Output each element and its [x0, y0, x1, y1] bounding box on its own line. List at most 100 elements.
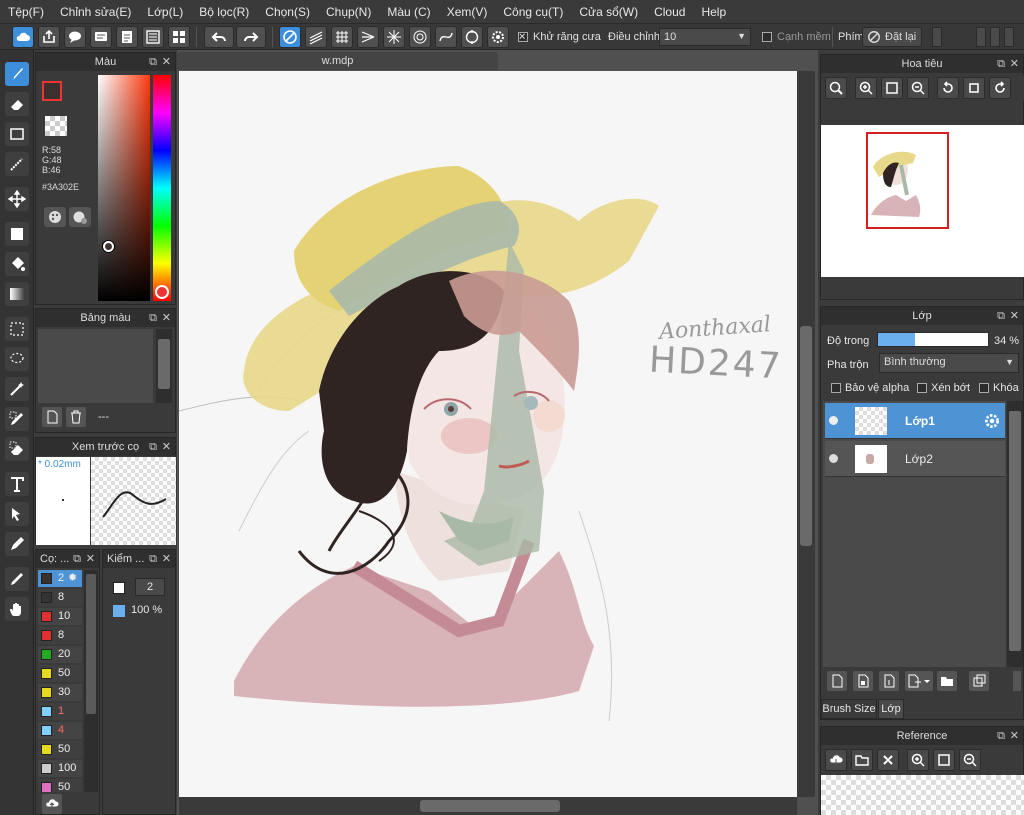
pen-tool-icon[interactable] [5, 532, 29, 556]
menu-filter[interactable]: Bộ lọc(R) [191, 5, 257, 19]
toolbar-spin-3[interactable] [990, 27, 1000, 47]
remove-icon[interactable] [877, 749, 899, 771]
trash-icon[interactable] [66, 407, 86, 427]
vertical-scroll-thumb[interactable] [800, 326, 812, 546]
undock-icon[interactable]: ⧉ [997, 307, 1005, 325]
undock-icon[interactable]: ⧉ [149, 53, 157, 71]
zoom-in-icon[interactable] [907, 749, 929, 771]
toolbar-spin-2[interactable] [976, 27, 986, 47]
soft-edge-checkbox[interactable] [762, 32, 772, 42]
undo-icon[interactable] [204, 26, 234, 48]
fit-window-icon[interactable] [881, 77, 903, 99]
toolbar-spin-4[interactable] [1004, 27, 1014, 47]
rectangle-select-tool-icon[interactable] [5, 122, 29, 146]
select-tool-icon[interactable] [5, 317, 29, 341]
zoom-fit-icon[interactable] [825, 77, 847, 99]
brush-item[interactable]: 100 [38, 760, 82, 777]
lasso-tool-icon[interactable] [5, 347, 29, 371]
saturation-value-picker[interactable] [98, 75, 150, 301]
brush-width-field[interactable]: 2 [135, 578, 165, 596]
magic-wand-tool-icon[interactable] [5, 377, 29, 401]
zoom-out-icon[interactable] [959, 749, 981, 771]
dot-brush-tool-icon[interactable] [5, 152, 29, 176]
canvas-vertical-scrollbar[interactable] [797, 71, 815, 797]
navigator-viewport-rect[interactable] [866, 132, 949, 229]
new-halftone-layer-icon[interactable] [853, 671, 873, 691]
horizontal-scroll-thumb[interactable] [420, 800, 560, 812]
eyedropper-tool-icon[interactable] [5, 567, 29, 591]
message-icon[interactable] [90, 26, 112, 48]
snap-cross-icon[interactable] [331, 26, 353, 48]
tab-brush-size[interactable]: Brush Size [821, 699, 877, 719]
document-tab[interactable]: w.mdp [177, 52, 498, 70]
style-color-swatch[interactable] [113, 582, 125, 594]
flip-icon[interactable] [963, 77, 985, 99]
undock-icon[interactable]: ⧉ [73, 550, 81, 568]
undock-icon[interactable]: ⧉ [997, 727, 1005, 745]
add-layer-menu-icon[interactable] [905, 671, 933, 691]
share-icon[interactable] [38, 26, 60, 48]
comment-icon[interactable] [64, 26, 86, 48]
duplicate-layer-icon[interactable] [969, 671, 989, 691]
layer-opacity-slider[interactable] [877, 332, 989, 347]
lock-checkbox[interactable] [979, 383, 989, 393]
close-icon[interactable]: ✕ [1010, 307, 1019, 325]
folder-icon[interactable] [937, 671, 957, 691]
select-eraser-tool-icon[interactable] [5, 437, 29, 461]
menu-file[interactable]: Tệp(F) [0, 5, 52, 19]
drawing-canvas[interactable]: Aonthaxal HD247 [179, 71, 797, 797]
layer-row-2[interactable]: Lớp2 [825, 441, 1005, 477]
protect-alpha-checkbox[interactable] [831, 383, 841, 393]
grid-icon[interactable] [168, 26, 190, 48]
brush-item[interactable]: 20 [38, 646, 82, 663]
snap-off-icon[interactable] [279, 26, 301, 48]
new-1bit-layer-icon[interactable] [879, 671, 899, 691]
open-folder-icon[interactable] [851, 749, 873, 771]
gear-icon[interactable] [983, 412, 1001, 430]
gradient-tool-icon[interactable] [5, 282, 29, 306]
canvas-horizontal-scrollbar[interactable] [179, 797, 797, 815]
layer-toolbar-spin[interactable] [1013, 671, 1021, 691]
menu-layer[interactable]: Lớp(L) [139, 5, 191, 19]
reference-image-area[interactable] [821, 775, 1024, 815]
clipping-checkbox[interactable] [917, 383, 927, 393]
brush-item[interactable]: 1 [38, 703, 82, 720]
blend-mode-select[interactable]: Bình thường ▼ [879, 353, 1019, 373]
zoom-in-icon[interactable] [855, 77, 877, 99]
brush-item[interactable]: 30 [38, 684, 82, 701]
new-layer-icon[interactable] [827, 671, 847, 691]
redo-icon[interactable] [236, 26, 266, 48]
brush-item[interactable]: 4 [38, 722, 82, 739]
brush-item[interactable]: 50 [38, 779, 82, 792]
new-page-icon[interactable] [42, 407, 62, 427]
cloud-upload-icon[interactable] [825, 749, 847, 771]
close-icon[interactable]: ✕ [1010, 727, 1019, 745]
undock-icon[interactable]: ⧉ [149, 309, 157, 327]
bucket-tool-icon[interactable] [5, 252, 29, 276]
layer-row-1[interactable]: Lớp1 [825, 403, 1005, 439]
brush-item[interactable]: 8 [38, 627, 82, 644]
snap-parallel-icon[interactable] [305, 26, 327, 48]
brush-item[interactable]: 50 [38, 741, 82, 758]
fit-window-icon[interactable] [933, 749, 955, 771]
toolbar-spin-1[interactable] [932, 27, 942, 47]
upload-icon[interactable] [42, 794, 62, 814]
operation-tool-icon[interactable] [5, 502, 29, 526]
transparent-color-swatch[interactable] [45, 116, 67, 136]
correction-select[interactable]: 10 ▼ [659, 28, 751, 46]
document-icon[interactable] [116, 26, 138, 48]
snap-radial-icon[interactable] [383, 26, 405, 48]
hue-slider[interactable] [153, 75, 171, 301]
menu-view[interactable]: Xem(V) [439, 5, 496, 19]
visibility-icon[interactable] [829, 454, 838, 463]
antialias-checkbox[interactable] [518, 32, 528, 42]
brush-item[interactable]: 10 [38, 608, 82, 625]
snap-vanish-icon[interactable] [357, 26, 379, 48]
fill-rect-tool-icon[interactable] [5, 222, 29, 246]
menu-edit[interactable]: Chỉnh sửa(E) [52, 5, 139, 19]
brush-tool-icon[interactable] [5, 62, 29, 86]
hand-tool-icon[interactable] [5, 597, 29, 621]
undock-icon[interactable]: ⧉ [997, 55, 1005, 73]
close-icon[interactable]: ✕ [162, 550, 171, 568]
palette-scrollbar[interactable] [156, 329, 172, 403]
